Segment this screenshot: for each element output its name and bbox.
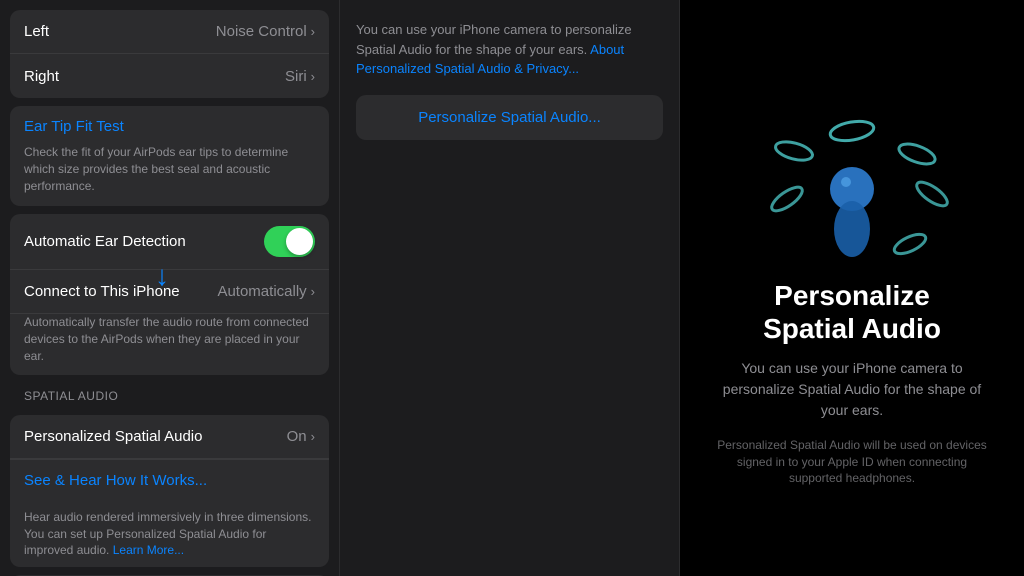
ear-tip-header: Ear Tip Fit Test [10, 106, 329, 140]
connect-value: Automatically [217, 283, 306, 300]
personalized-spatial-label: Personalized Spatial Audio [24, 428, 202, 445]
right-value: Siri [285, 68, 307, 85]
personalize-button-label: Personalize Spatial Audio... [418, 109, 601, 126]
auto-ear-row[interactable]: Automatic Ear Detection [10, 214, 329, 270]
auto-ear-toggle[interactable] [264, 226, 315, 257]
right-row[interactable]: Right Siri › [10, 54, 329, 98]
left-settings-panel: Left Noise Control › Right Siri › Ear Ti… [0, 0, 340, 576]
middle-detail-panel: You can use your iPhone camera to person… [340, 0, 680, 576]
left-label: Left [24, 23, 49, 40]
ear-tip-title: Ear Tip Fit Test [24, 118, 124, 135]
ear-tip-section[interactable]: Ear Tip Fit Test Check the fit of your A… [10, 106, 329, 206]
spatial-audio-section-label: SPATIAL AUDIO [10, 383, 329, 407]
left-value-group: Noise Control › [216, 23, 315, 40]
right-panel-title: PersonalizeSpatial Audio [763, 279, 941, 346]
auto-ear-label: Automatic Ear Detection [24, 233, 186, 250]
connect-iphone-row[interactable]: Connect to This iPhone Automatically › [10, 270, 329, 314]
left-row[interactable]: Left Noise Control › [10, 10, 329, 54]
right-value-group: Siri › [285, 68, 315, 85]
spatial-value: On [287, 428, 307, 445]
connect-description: Automatically transfer the audio route f… [10, 314, 329, 374]
spatial-value-group: On › [287, 428, 315, 445]
learn-more-link[interactable]: Learn More... [113, 543, 184, 557]
left-right-section: Left Noise Control › Right Siri › [10, 10, 329, 98]
spatial-info-text: You can use your iPhone camera to person… [356, 20, 663, 79]
right-panel-description: You can use your iPhone camera to person… [712, 358, 992, 421]
right-chevron-icon: › [311, 69, 315, 84]
right-label: Right [24, 68, 59, 85]
spatial-audio-illustration [742, 89, 962, 279]
left-value: Noise Control [216, 23, 307, 40]
see-hear-link[interactable]: See & Hear How It Works... [10, 459, 329, 501]
connect-iphone-label: Connect to This iPhone [24, 283, 180, 300]
spatial-chevron-icon: › [311, 429, 315, 444]
personalize-spatial-button[interactable]: Personalize Spatial Audio... [356, 95, 663, 140]
ear-detection-section: Automatic Ear Detection Connect to This … [10, 214, 329, 374]
right-detail-panel: PersonalizeSpatial Audio You can use you… [680, 0, 1024, 576]
personalized-spatial-row[interactable]: Personalized Spatial Audio On › [10, 415, 329, 459]
spatial-audio-section: Personalized Spatial Audio On › See & He… [10, 415, 329, 567]
connect-value-group: Automatically › [217, 283, 315, 300]
left-chevron-icon: › [311, 24, 315, 39]
ear-tip-description: Check the fit of your AirPods ear tips t… [10, 140, 329, 206]
spatial-audio-description: Hear audio rendered immersively in three… [10, 501, 329, 567]
right-panel-note: Personalized Spatial Audio will be used … [712, 437, 992, 487]
connect-chevron-icon: › [311, 284, 315, 299]
